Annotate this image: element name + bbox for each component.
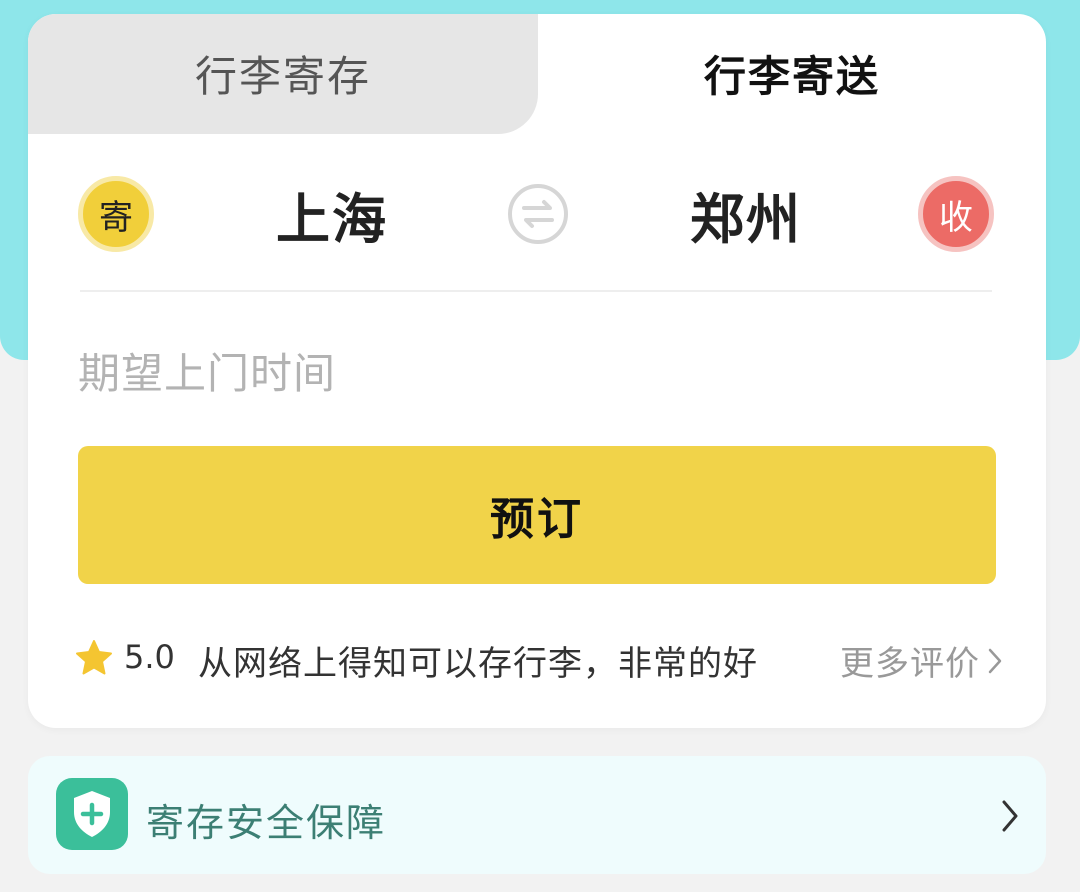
safety-guarantee-label: 寄存安全保障	[146, 801, 387, 845]
chevron-right-icon	[1002, 800, 1018, 832]
pickup-time-field[interactable]: 期望上门时间	[78, 340, 336, 401]
chevron-right-icon	[988, 648, 1002, 673]
booking-card: 行李寄存 行李寄送 寄 上海 郑州 收 期望上门时间 预订 5.0 从网络上得知…	[28, 14, 1046, 728]
swap-arrows-icon[interactable]	[506, 182, 570, 246]
from-city[interactable]: 上海	[276, 164, 388, 264]
review-text: 从网络上得知可以存行李，非常的好	[198, 644, 758, 684]
rating-value: 5.0	[124, 638, 175, 676]
tab-luggage-storage[interactable]: 行李寄存	[28, 14, 538, 134]
star-icon	[76, 640, 112, 675]
review-row: 5.0 从网络上得知可以存行李，非常的好 更多评价	[74, 634, 1004, 684]
tab-luggage-delivery[interactable]: 行李寄送	[538, 14, 1046, 134]
route-row: 寄 上海 郑州 收	[28, 164, 1046, 264]
safety-guarantee-card[interactable]: 寄存安全保障	[28, 756, 1046, 874]
divider	[80, 290, 992, 292]
shield-plus-icon	[56, 778, 128, 850]
receive-badge: 收	[918, 176, 994, 252]
more-reviews-label: 更多评价	[840, 644, 980, 684]
more-reviews-link[interactable]: 更多评价	[840, 636, 1004, 685]
tab-luggage-delivery-label: 行李寄送	[703, 51, 880, 101]
book-button[interactable]: 预订	[78, 446, 996, 584]
tab-luggage-storage-label: 行李寄存	[194, 51, 371, 101]
to-city[interactable]: 郑州	[690, 164, 802, 264]
send-badge: 寄	[78, 176, 154, 252]
